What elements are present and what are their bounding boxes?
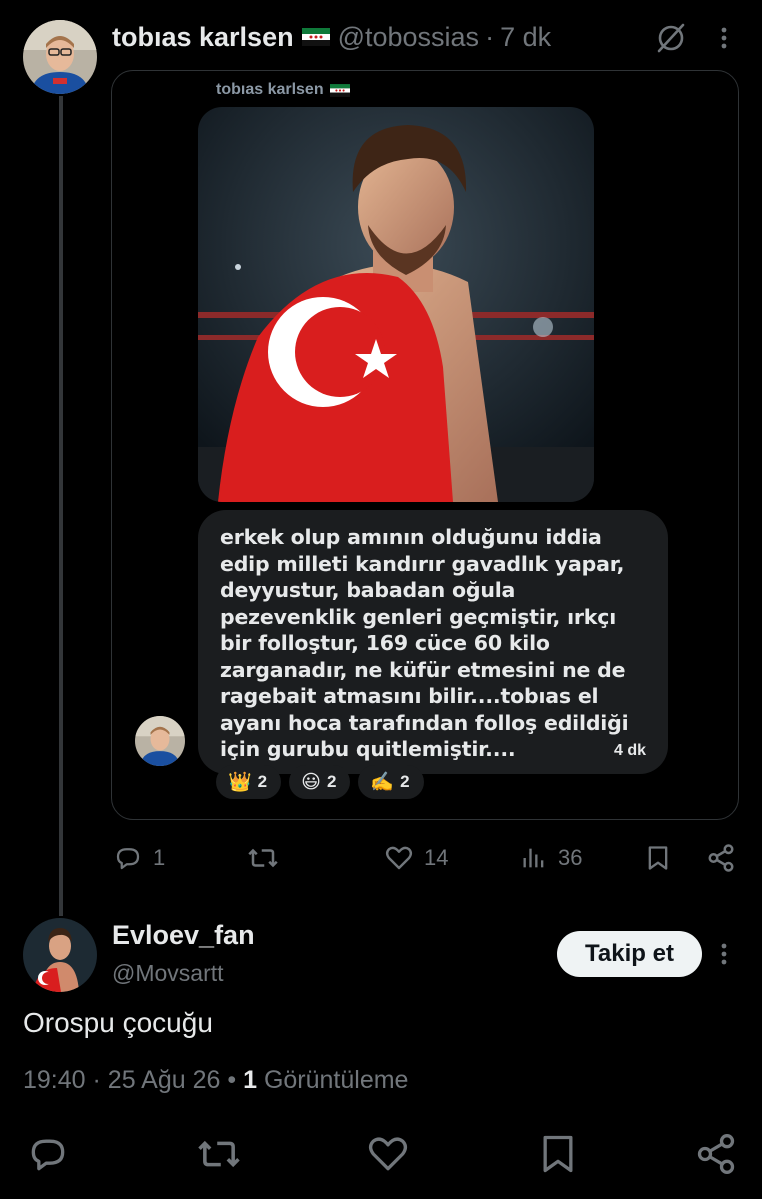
author-handle[interactable]: @tobossias xyxy=(338,22,479,53)
reply-author-handle[interactable]: @Movsartt xyxy=(112,960,224,987)
separator-dot: · xyxy=(485,21,495,52)
author-name[interactable]: tobıas karlsen xyxy=(112,22,294,53)
reply-views-label: Görüntüleme xyxy=(263,1066,409,1094)
like-button[interactable]: 14 xyxy=(384,838,448,878)
bookmark-icon[interactable] xyxy=(536,1132,580,1176)
reaction-count: 2 xyxy=(257,772,268,791)
like-icon xyxy=(385,846,413,870)
message-bubble[interactable]: erkek olup amının olduğunu iddia edip mi… xyxy=(198,510,668,774)
thread-connector xyxy=(59,96,63,916)
bookmark-icon xyxy=(648,846,668,870)
share-button[interactable] xyxy=(706,838,736,878)
card-sender: tobıas karlsen xyxy=(216,81,358,99)
reply-views-count: 1 xyxy=(243,1066,257,1094)
repost-icon xyxy=(248,848,278,868)
like-count: 14 xyxy=(424,845,449,870)
reply-author-avatar[interactable] xyxy=(23,918,97,992)
embedded-media-card[interactable]: tobıas karlsen erkek olup amının olduğun… xyxy=(111,70,739,820)
smile-emoji: 😃 xyxy=(301,771,321,793)
reaction-count: 2 xyxy=(400,772,410,791)
reaction-smile[interactable]: 😃 2 xyxy=(289,765,351,799)
reaction-count: 2 xyxy=(326,772,337,791)
post-header: tobıas karlsen @tobossias · 7 dk xyxy=(112,20,551,54)
share-icon[interactable] xyxy=(694,1132,738,1176)
reply-text: Orospu çocuğu xyxy=(23,1007,213,1038)
sender-avatar[interactable] xyxy=(135,716,185,766)
views-button[interactable]: 36 xyxy=(520,838,582,878)
reactions-row: 👑 2 😃 2 ✍️ 2 xyxy=(216,765,424,799)
repost-icon[interactable] xyxy=(196,1132,240,1176)
repost-button[interactable] xyxy=(246,838,280,878)
reaction-writing-hand[interactable]: ✍️ 2 xyxy=(358,765,424,799)
reaction-crown[interactable]: 👑 2 xyxy=(216,765,282,799)
reply-button[interactable]: 1 xyxy=(113,838,165,878)
like-icon[interactable] xyxy=(366,1132,410,1176)
post-time[interactable]: 7 dk xyxy=(500,22,551,53)
bookmark-button[interactable] xyxy=(644,838,672,878)
reply-icon xyxy=(116,848,140,870)
crown-emoji: 👑 xyxy=(228,772,252,793)
message-time: 4 dk xyxy=(613,742,646,759)
grok-icon[interactable] xyxy=(655,22,687,54)
follow-button[interactable]: Takip et xyxy=(557,931,702,977)
syria-flag-icon xyxy=(329,83,350,97)
reply-date[interactable]: 25 Ağu 26 xyxy=(108,1066,221,1094)
fighter-photo[interactable] xyxy=(198,107,594,502)
reply-icon[interactable] xyxy=(26,1132,70,1176)
more-icon[interactable] xyxy=(712,940,736,968)
more-icon[interactable] xyxy=(712,24,736,52)
message-text: erkek olup amının olduğunu iddia edip mi… xyxy=(220,525,629,761)
views-icon xyxy=(523,848,544,868)
reply-time[interactable]: 19:40 xyxy=(23,1066,86,1094)
reply-count: 1 xyxy=(153,845,166,870)
reply-author-name[interactable]: Evloev_fan xyxy=(112,920,255,951)
views-count: 36 xyxy=(558,845,583,870)
post-meta: 19:40 · 25 Ağu 26 • 1 Görüntüleme xyxy=(23,1066,409,1094)
author-avatar[interactable] xyxy=(23,20,97,94)
writing-hand-emoji: ✍️ xyxy=(370,772,395,793)
syria-flag-icon xyxy=(301,28,330,46)
card-sender-name: tobıas karlsen xyxy=(216,81,324,98)
share-icon xyxy=(708,844,734,872)
